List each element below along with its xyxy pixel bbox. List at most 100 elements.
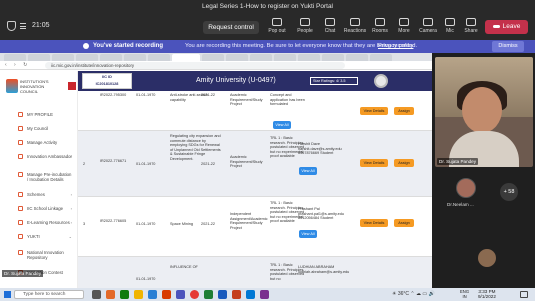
browser-tab[interactable] bbox=[124, 54, 146, 61]
request-control-button[interactable]: Request control bbox=[203, 21, 259, 34]
chat-icon bbox=[325, 18, 335, 26]
browser-tab[interactable] bbox=[4, 54, 26, 61]
app-icon[interactable] bbox=[260, 290, 269, 299]
chrome-icon[interactable] bbox=[190, 290, 199, 299]
more-participants-count[interactable]: + 58 bbox=[500, 183, 518, 201]
language-indicator[interactable]: ENG IN bbox=[460, 289, 469, 299]
shield-icon bbox=[7, 21, 16, 31]
sidebar-item-my-profile[interactable]: MY PROFILE bbox=[0, 109, 78, 121]
teams-icon[interactable] bbox=[176, 290, 185, 299]
user-avatar[interactable] bbox=[374, 74, 388, 88]
people-icon bbox=[300, 18, 310, 26]
browser-tab[interactable] bbox=[298, 54, 320, 61]
assign-button[interactable]: Assign bbox=[394, 107, 414, 115]
portal-header: IIC ID IC201810128 Amity University (U-0… bbox=[78, 71, 432, 91]
incubation-icon bbox=[18, 172, 23, 177]
browser-tab[interactable] bbox=[28, 54, 50, 61]
windows-start-icon[interactable] bbox=[4, 291, 11, 298]
view-all-button[interactable]: View All bbox=[299, 167, 317, 175]
chat-button[interactable]: Chat bbox=[316, 16, 344, 38]
assign-button[interactable]: Assign bbox=[394, 159, 414, 167]
taskbar-clock[interactable]: 3:33 PM 9/1/2022 bbox=[478, 289, 496, 299]
word-icon[interactable] bbox=[218, 290, 227, 299]
rooms-icon bbox=[375, 18, 385, 26]
edge-icon[interactable] bbox=[148, 290, 157, 299]
app-icon[interactable] bbox=[120, 290, 129, 299]
sidebar-item-my-council[interactable]: My Council bbox=[0, 123, 78, 135]
notification-icon[interactable] bbox=[520, 291, 528, 298]
participant-avatar[interactable] bbox=[456, 178, 476, 198]
sidebar-item-incubation[interactable]: Manage Pre-incubation / Incubation Detai… bbox=[0, 169, 78, 183]
sidebar-item-schemes[interactable]: Schemes › bbox=[0, 189, 78, 201]
profile-icon bbox=[18, 112, 23, 117]
weather-status[interactable]: ☀ 36°C ⌃ ☁ ▭ 🔊 bbox=[392, 291, 435, 297]
more-icon bbox=[399, 18, 409, 26]
university-name: Amity University (U-0497) bbox=[196, 77, 276, 84]
sidebar-item-yukti[interactable]: YUKTI ⌄ bbox=[0, 231, 78, 243]
browser-tab-active[interactable] bbox=[172, 54, 200, 61]
people-button[interactable]: People bbox=[291, 16, 319, 38]
e-learning-icon bbox=[18, 220, 23, 225]
excel-icon[interactable] bbox=[204, 290, 213, 299]
url-field[interactable]: iic.mic.gov.in/institute/innovation-repo… bbox=[45, 62, 345, 69]
file-explorer-icon[interactable] bbox=[134, 290, 143, 299]
pop-out-icon bbox=[272, 18, 282, 26]
browser-tab[interactable] bbox=[202, 54, 224, 61]
browser-tab[interactable] bbox=[76, 54, 98, 61]
browser-tab[interactable] bbox=[148, 54, 170, 61]
menu-icon[interactable] bbox=[20, 23, 26, 29]
powerpoint-icon[interactable] bbox=[232, 290, 241, 299]
view-details-button[interactable]: View Details bbox=[360, 219, 388, 227]
record-icon bbox=[83, 43, 89, 49]
pop-out-button[interactable]: Pop out bbox=[263, 16, 291, 38]
meeting-timer: 21:05 bbox=[32, 22, 50, 29]
taskbar-search-input[interactable]: Type here to search bbox=[14, 290, 84, 299]
sidebar-item-national-innovation-repository[interactable]: National Innovation Repository bbox=[0, 247, 78, 261]
sidebar-item-e-learning[interactable]: E-Learning Resources › bbox=[0, 217, 78, 229]
table-row: 3 IR2022-776605 01-01-1970 Space Mining … bbox=[78, 197, 432, 257]
schemes-icon bbox=[18, 192, 23, 197]
participant-avatar[interactable] bbox=[478, 249, 496, 267]
reactions-button[interactable]: Reactions bbox=[341, 16, 369, 38]
table-row: 2 IR2022-776671 01-01-1970 Regulating ci… bbox=[78, 131, 432, 197]
speaker-video-tile[interactable]: Dr. Sujata Pandey bbox=[435, 57, 533, 167]
browser-tab[interactable] bbox=[52, 54, 74, 61]
browser-tab[interactable] bbox=[250, 54, 272, 61]
iic-logo: INSTITUTION'S INNOVATION COUNCIL bbox=[6, 77, 72, 97]
view-all-button[interactable]: View All bbox=[299, 230, 317, 238]
dismiss-button[interactable]: Dismiss bbox=[492, 41, 524, 52]
portal-sidebar: INSTITUTION'S INNOVATION COUNCIL MY PROF… bbox=[0, 71, 78, 288]
council-icon bbox=[18, 126, 23, 131]
browser-tab[interactable] bbox=[226, 54, 248, 61]
browser-tab[interactable] bbox=[322, 54, 344, 61]
browser-tab[interactable] bbox=[100, 54, 122, 61]
mic-icon bbox=[445, 18, 455, 26]
view-details-button[interactable]: View Details bbox=[360, 107, 388, 115]
innovation-table: IR2022-795300 01-01-1970 Anti-stroke ant… bbox=[78, 91, 432, 288]
view-details-button[interactable]: View Details bbox=[360, 159, 388, 167]
sidebar-item-innovation-ambassador[interactable]: Innovation Ambassador › bbox=[0, 151, 78, 165]
iic-logo-icon bbox=[6, 79, 18, 93]
office-icon[interactable] bbox=[162, 290, 171, 299]
sidebar-item-manage-activity[interactable]: Manage Activity bbox=[0, 137, 78, 149]
share-icon bbox=[466, 18, 476, 26]
view-all-button[interactable]: View All bbox=[273, 121, 291, 129]
browser-tab[interactable] bbox=[370, 54, 392, 61]
app-icon[interactable] bbox=[106, 290, 115, 299]
task-view-icon[interactable] bbox=[92, 290, 101, 299]
star-rating: Star Ratings: 4/ 3.5 bbox=[310, 77, 358, 85]
meeting-title: Legal Series 1-How to register on Yukti … bbox=[201, 3, 334, 10]
yukti-icon bbox=[18, 234, 23, 239]
share-button[interactable]: Share bbox=[457, 16, 485, 38]
address-bar: ‹ › ↻ iic.mic.gov.in/institute/innovatio… bbox=[0, 61, 432, 70]
back-forward-icon[interactable]: ‹ › ↻ bbox=[5, 62, 30, 68]
privacy-policy-link[interactable]: Privacy policy bbox=[378, 43, 413, 49]
sidebar-item-school-linkage[interactable]: IIC School Linkage › bbox=[0, 203, 78, 215]
assign-button[interactable]: Assign bbox=[394, 219, 414, 227]
browser-tab[interactable] bbox=[346, 54, 368, 61]
hamburger-icon[interactable] bbox=[68, 82, 76, 90]
browser-tab[interactable] bbox=[274, 54, 296, 61]
app-icon[interactable] bbox=[246, 290, 255, 299]
presenter-label: Dr. Sujata Pandey bbox=[2, 270, 44, 277]
leave-button[interactable]: Leave bbox=[485, 20, 528, 34]
